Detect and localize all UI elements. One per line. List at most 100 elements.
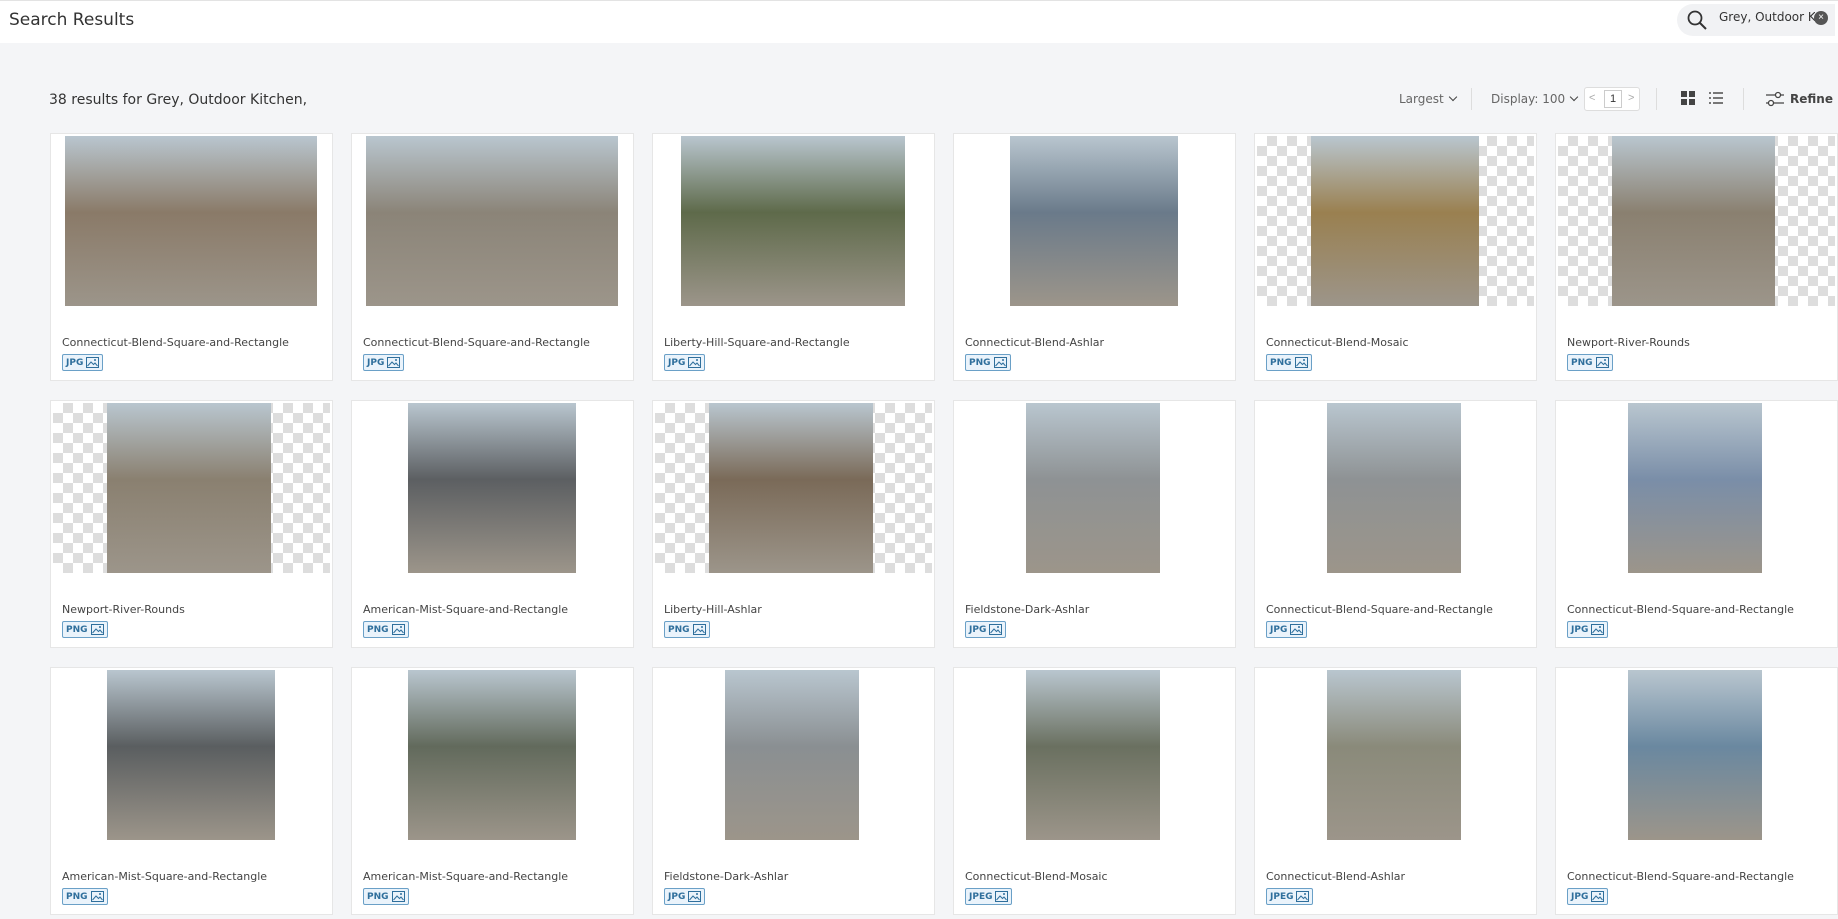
pagination: < 1 > (1584, 87, 1640, 111)
next-page-button[interactable]: > (1628, 92, 1634, 104)
file-format-badge: PNG (965, 354, 1011, 371)
result-name[interactable]: American-Mist-Square-and-Rectangle (62, 870, 267, 883)
result-name[interactable]: Connecticut-Blend-Square-and-Rectangle (62, 336, 289, 349)
result-card[interactable]: Newport-River-RoundsPNG (50, 400, 333, 648)
image-icon (392, 891, 405, 902)
result-thumbnail[interactable] (65, 136, 317, 306)
result-name[interactable]: Newport-River-Rounds (1567, 336, 1690, 349)
result-card[interactable]: Connecticut-Blend-Square-and-Rectangle JP… (1555, 667, 1838, 915)
results-count: 38 results for Grey, Outdoor Kitchen, (49, 92, 307, 108)
search-icon[interactable] (1686, 9, 1708, 31)
result-thumbnail[interactable] (1628, 403, 1762, 573)
top-bar: Search Results (0, 0, 1838, 43)
result-thumbnail[interactable] (725, 670, 859, 840)
result-card[interactable]: American-Mist-Square-and-Rectangle PNG (351, 667, 634, 915)
image-icon (994, 357, 1007, 368)
result-card[interactable]: Liberty-Hill-Square-and-Rectangle JPG (652, 133, 935, 381)
result-name[interactable]: Fieldstone-Dark-Ashlar (965, 603, 1089, 616)
page-number-input[interactable]: 1 (1604, 90, 1622, 108)
result-name[interactable]: American-Mist-Square-and-Rectangle (363, 870, 568, 883)
image-icon (91, 891, 104, 902)
result-card[interactable]: Fieldstone-Dark-Ashlar JPG (652, 667, 935, 915)
clear-search-icon[interactable]: × (1814, 11, 1828, 25)
result-thumbnail[interactable] (1327, 670, 1461, 840)
page-title: Search Results (9, 10, 134, 30)
result-card[interactable]: Connecticut-Blend-MosaicJPEG (953, 667, 1236, 915)
result-card[interactable]: Connecticut-Blend-Mosaic PNG (1254, 133, 1537, 381)
format-label: PNG (367, 625, 389, 635)
result-thumbnail[interactable] (1026, 403, 1160, 573)
result-thumbnail[interactable] (709, 403, 873, 573)
result-name[interactable]: Fieldstone-Dark-Ashlar (664, 870, 788, 883)
image-icon (86, 357, 99, 368)
result-name[interactable]: Connecticut-Blend-Square-and-Rectangle (1567, 870, 1794, 883)
result-thumbnail[interactable] (1327, 403, 1461, 573)
result-name[interactable]: Connecticut-Blend-Square-and-Rectangle (1567, 603, 1794, 616)
format-label: JPG (668, 358, 685, 368)
file-format-badge: JPG (1567, 888, 1608, 905)
result-thumbnail[interactable] (1010, 136, 1178, 306)
format-label: JPG (1571, 892, 1588, 902)
result-card[interactable]: Connecticut-Blend-Square-and-Rectangle JP… (50, 133, 333, 381)
result-card[interactable]: Liberty-Hill-AshlarPNG (652, 400, 935, 648)
result-card[interactable]: Connecticut-Blend-AshlarJPEG (1254, 667, 1537, 915)
prev-page-button[interactable]: < (1589, 92, 1595, 104)
result-thumbnail[interactable] (366, 136, 618, 306)
result-name[interactable]: Liberty-Hill-Ashlar (664, 603, 762, 616)
refine-button[interactable]: Refine (1766, 89, 1833, 109)
result-thumbnail[interactable] (107, 403, 271, 573)
result-name[interactable]: Connecticut-Blend-Mosaic (1266, 336, 1409, 349)
result-thumbnail[interactable] (408, 403, 576, 573)
result-thumbnail[interactable] (107, 670, 275, 840)
result-card[interactable]: Connecticut-Blend-Square-and-Rectangle JP… (1555, 400, 1838, 648)
file-format-badge: JPG (1266, 621, 1307, 638)
image-icon (1290, 624, 1303, 635)
result-thumbnail[interactable] (681, 136, 905, 306)
image-icon (688, 357, 701, 368)
result-name[interactable]: Newport-River-Rounds (62, 603, 185, 616)
file-format-badge: JPG (664, 888, 705, 905)
result-card[interactable]: Connecticut-Blend-Square-and-RectangleJP… (351, 133, 634, 381)
file-format-badge: JPG (965, 621, 1006, 638)
image-icon (1295, 357, 1308, 368)
grid-view-icon[interactable] (1681, 91, 1695, 105)
result-card[interactable]: American-Mist-Square-and-RectanglePNG (50, 667, 333, 915)
result-name[interactable]: Connecticut-Blend-Ashlar (965, 336, 1104, 349)
result-name[interactable]: Connecticut-Blend-Ashlar (1266, 870, 1405, 883)
result-card[interactable]: Fieldstone-Dark-Ashlar JPG (953, 400, 1236, 648)
format-label: PNG (969, 358, 991, 368)
result-card[interactable]: Newport-River-Rounds PNG (1555, 133, 1838, 381)
result-thumbnail[interactable] (1311, 136, 1479, 306)
result-card[interactable]: Connecticut-Blend-Square-and-Rectangle JP… (1254, 400, 1537, 648)
result-name[interactable]: Liberty-Hill-Square-and-Rectangle (664, 336, 850, 349)
result-name[interactable]: Connecticut-Blend-Square-and-Rectangle (1266, 603, 1493, 616)
chevron-down-icon (1448, 93, 1456, 101)
image-icon (1591, 624, 1604, 635)
image-icon (392, 624, 405, 635)
display-dropdown[interactable]: Display: 100 (1491, 92, 1577, 106)
format-label: JPG (668, 892, 685, 902)
format-label: JPG (66, 358, 83, 368)
result-name[interactable]: Connecticut-Blend-Square-and-Rectangle (363, 336, 590, 349)
chevron-down-icon (1570, 93, 1578, 101)
result-thumbnail[interactable] (1628, 670, 1762, 840)
format-label: PNG (367, 892, 389, 902)
sort-dropdown[interactable]: Largest (1399, 92, 1456, 106)
result-thumbnail[interactable] (1612, 136, 1775, 306)
result-thumbnail[interactable] (1026, 670, 1160, 840)
result-card[interactable]: Connecticut-Blend-Ashlar PNG (953, 133, 1236, 381)
display-label: Display: 100 (1491, 92, 1565, 106)
format-label: PNG (1571, 358, 1593, 368)
result-name[interactable]: American-Mist-Square-and-Rectangle (363, 603, 568, 616)
file-format-badge: JPG (1567, 621, 1608, 638)
result-thumbnail[interactable] (408, 670, 576, 840)
result-card[interactable]: American-Mist-Square-and-Rectangle PNG (351, 400, 634, 648)
sort-label: Largest (1399, 92, 1444, 106)
file-format-badge: PNG (1567, 354, 1613, 371)
search-input[interactable]: Grey, Outdoor Kit (1719, 10, 1815, 28)
image-icon (91, 624, 104, 635)
file-format-badge: PNG (1266, 354, 1312, 371)
format-label: JPG (969, 625, 986, 635)
result-name[interactable]: Connecticut-Blend-Mosaic (965, 870, 1108, 883)
list-view-icon[interactable] (1709, 91, 1723, 105)
